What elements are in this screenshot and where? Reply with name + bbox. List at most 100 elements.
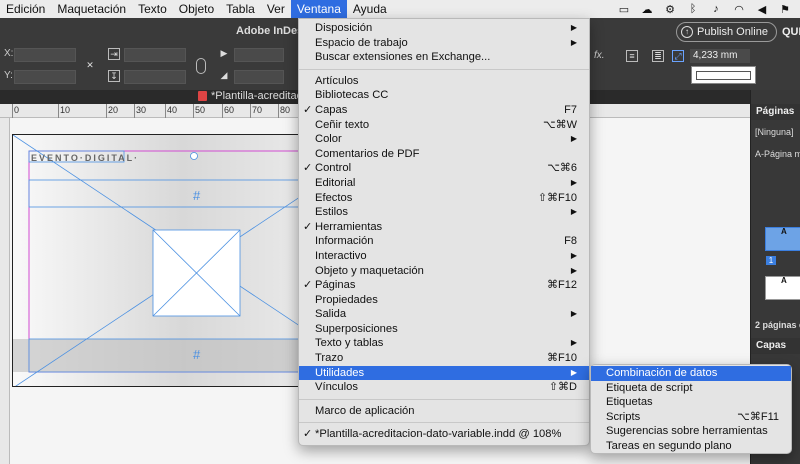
- evento-digital-text[interactable]: EVENTO·DIGITAL·: [31, 153, 139, 163]
- width-field[interactable]: [124, 48, 186, 62]
- submenu-arrow-icon: ▶: [570, 37, 577, 47]
- layers-panel-title: Capas: [756, 340, 787, 351]
- cloud-icon[interactable]: ☁: [640, 3, 654, 16]
- ventana-group-4: ✓ *Plantilla-acreditacion-dato-variable.i…: [299, 427, 589, 442]
- screen-mirror-icon[interactable]: ▭: [617, 3, 631, 16]
- pages-panel-header[interactable]: Páginas: [751, 104, 800, 120]
- submenu-item-sugerencias-sobre-herramientas[interactable]: Sugerencias sobre herramientas: [591, 424, 791, 439]
- volume-icon[interactable]: ◀: [755, 3, 769, 16]
- layers-panel-header[interactable]: Capas: [751, 338, 800, 354]
- menu-item-utilidades[interactable]: Utilidades ▶: [299, 365, 589, 381]
- menu-item-label: Objeto y maquetación: [315, 264, 424, 277]
- page-master-letter: A: [781, 227, 787, 236]
- menu-maquetacion[interactable]: Maquetación: [51, 0, 132, 18]
- menu-item-label: Bibliotecas CC: [315, 89, 389, 102]
- menu-item-bibliotecas-cc[interactable]: Bibliotecas CC: [299, 88, 589, 103]
- menu-item-efectos[interactable]: Efectos ⇧⌘F10: [299, 191, 589, 206]
- ventana-group-1: Disposición ▶ Espacio de trabajo ▶ Buscar ex…: [299, 21, 589, 65]
- menu-texto[interactable]: Texto: [132, 0, 173, 18]
- menu-item-editorial[interactable]: Editorial ▶: [299, 176, 589, 191]
- menu-item-salida[interactable]: Salida ▶: [299, 307, 589, 322]
- ruler-tick: [134, 104, 135, 118]
- shortcut-label: ⌘F12: [547, 279, 577, 292]
- scale-x-field[interactable]: [234, 48, 284, 62]
- flag-icon[interactable]: ⚑: [778, 3, 792, 16]
- menu-item-buscar-extensiones-en-exchange[interactable]: Buscar extensiones en Exchange...: [299, 50, 589, 65]
- menu-item-estilos[interactable]: Estilos ▶: [299, 205, 589, 220]
- publish-icon: ↑: [681, 26, 693, 38]
- menu-item-plantilla-acreditacion-dato-vari[interactable]: ✓ *Plantilla-acreditacion-dato-variable.i…: [299, 427, 589, 442]
- none-master[interactable]: [Ninguna]: [755, 127, 794, 137]
- status-icons: ▭ ☁ ⚙ ᛒ ♪ ◠ ◀ ⚑: [617, 0, 800, 18]
- menu-item-label: Etiqueta de script: [606, 381, 693, 394]
- align-icon[interactable]: ≡: [626, 50, 638, 62]
- menu-objeto[interactable]: Objeto: [173, 0, 220, 18]
- bell-icon[interactable]: ♪: [709, 3, 723, 15]
- menu-tabla[interactable]: Tabla: [220, 0, 261, 18]
- menu-item-herramientas[interactable]: ✓ Herramientas: [299, 220, 589, 235]
- ruler-label: 20: [108, 105, 119, 115]
- menu-item-control[interactable]: ✓ Control ⌥⌘6: [299, 161, 589, 176]
- vertical-ruler[interactable]: [0, 118, 10, 464]
- menu-item-informacion[interactable]: Información F8: [299, 234, 589, 249]
- submenu-item-tareas-en-segundo-plano[interactable]: Tareas en segundo plano: [591, 439, 791, 454]
- distribute-icon[interactable]: ≣: [652, 50, 664, 62]
- quick-search-label[interactable]: QUI: [782, 26, 800, 38]
- menu-ver[interactable]: Ver: [261, 0, 291, 18]
- document-tab[interactable]: *Plantilla-acreditaci: [198, 90, 305, 102]
- menu-item-cenir-texto[interactable]: Ceñir texto ⌥⌘W: [299, 118, 589, 133]
- menu-item-disposicion[interactable]: Disposición ▶: [299, 21, 589, 36]
- checkmark-icon: ✓: [303, 220, 313, 233]
- menu-item-propiedades[interactable]: Propiedades: [299, 293, 589, 308]
- menu-item-label: Interactivo: [315, 249, 367, 262]
- reference-point-icon[interactable]: ✕: [84, 60, 96, 72]
- menu-item-superposiciones[interactable]: Superposiciones: [299, 322, 589, 337]
- menu-item-vinculos[interactable]: Vínculos ⇧⌘D: [299, 380, 589, 395]
- submenu-item-combinacion-de-datos[interactable]: Combinación de datos: [591, 366, 791, 381]
- gear-icon[interactable]: ⚙: [663, 3, 677, 16]
- fit-frame-icon[interactable]: ⤢: [672, 50, 684, 62]
- menu-item-label: Espacio de trabajo: [315, 36, 408, 49]
- menu-item-espacio-de-trabajo[interactable]: Espacio de trabajo ▶: [299, 36, 589, 51]
- macos-menu-bar: Edición Maquetación Texto Objeto Tabla V…: [0, 0, 800, 18]
- page-master-letter: A: [781, 276, 787, 285]
- menu-item-trazo[interactable]: Trazo ⌘F10: [299, 351, 589, 366]
- stroke-type-swatch[interactable]: [691, 66, 756, 84]
- menu-item-interactivo[interactable]: Interactivo ▶: [299, 249, 589, 264]
- ruler-label: 80: [280, 105, 291, 115]
- menu-item-label: Artículos: [315, 74, 359, 87]
- menu-ayuda[interactable]: Ayuda: [347, 0, 393, 18]
- menu-item-objeto-y-maquetacion[interactable]: Objeto y maquetación ▶: [299, 264, 589, 279]
- constrain-proportions-icon[interactable]: [196, 58, 206, 74]
- wifi-icon[interactable]: ◠: [732, 3, 746, 16]
- submenu-arrow-icon: ▶: [570, 250, 577, 260]
- submenu-item-scripts[interactable]: Scripts ⌥⌘F11: [591, 410, 791, 425]
- page-thumbnail-1[interactable]: A: [765, 227, 800, 251]
- a-master[interactable]: A-Página ma: [755, 149, 800, 159]
- bluetooth-icon[interactable]: ᛒ: [686, 3, 700, 15]
- x-field[interactable]: [14, 48, 76, 62]
- rotate-field[interactable]: [234, 70, 284, 84]
- menu-edicion[interactable]: Edición: [0, 0, 51, 18]
- menu-item-articulos[interactable]: Artículos: [299, 74, 589, 89]
- menu-item-color[interactable]: Color ▶: [299, 132, 589, 147]
- height-field[interactable]: [124, 70, 186, 84]
- y-field[interactable]: [14, 70, 76, 84]
- page-thumbnail-2[interactable]: A: [765, 276, 800, 300]
- fx-label[interactable]: fx.: [594, 50, 605, 61]
- submenu-item-etiqueta-de-script[interactable]: Etiqueta de script: [591, 381, 791, 396]
- menu-item-capas[interactable]: ✓ Capas F7: [299, 103, 589, 118]
- submenu-item-etiquetas[interactable]: Etiquetas: [591, 395, 791, 410]
- width-icon: ⇥: [108, 48, 120, 60]
- menu-item-paginas[interactable]: ✓ Páginas ⌘F12: [299, 278, 589, 293]
- publish-online-button[interactable]: ↑ Publish Online: [676, 22, 777, 42]
- stroke-weight-field[interactable]: 4,233 mm: [690, 49, 750, 63]
- menu-item-label: Combinación de datos: [606, 367, 718, 379]
- menu-item-label: Ceñir texto: [315, 118, 370, 131]
- menu-item-label: Capas: [315, 103, 348, 116]
- menu-item-marco-de-aplicacion[interactable]: Marco de aplicación: [299, 404, 589, 419]
- menu-ventana[interactable]: Ventana: [290, 0, 347, 18]
- ruler-tick: [250, 104, 251, 118]
- menu-item-comentarios-de-pdf[interactable]: Comentarios de PDF: [299, 147, 589, 162]
- menu-item-texto-y-tablas[interactable]: Texto y tablas ▶: [299, 336, 589, 351]
